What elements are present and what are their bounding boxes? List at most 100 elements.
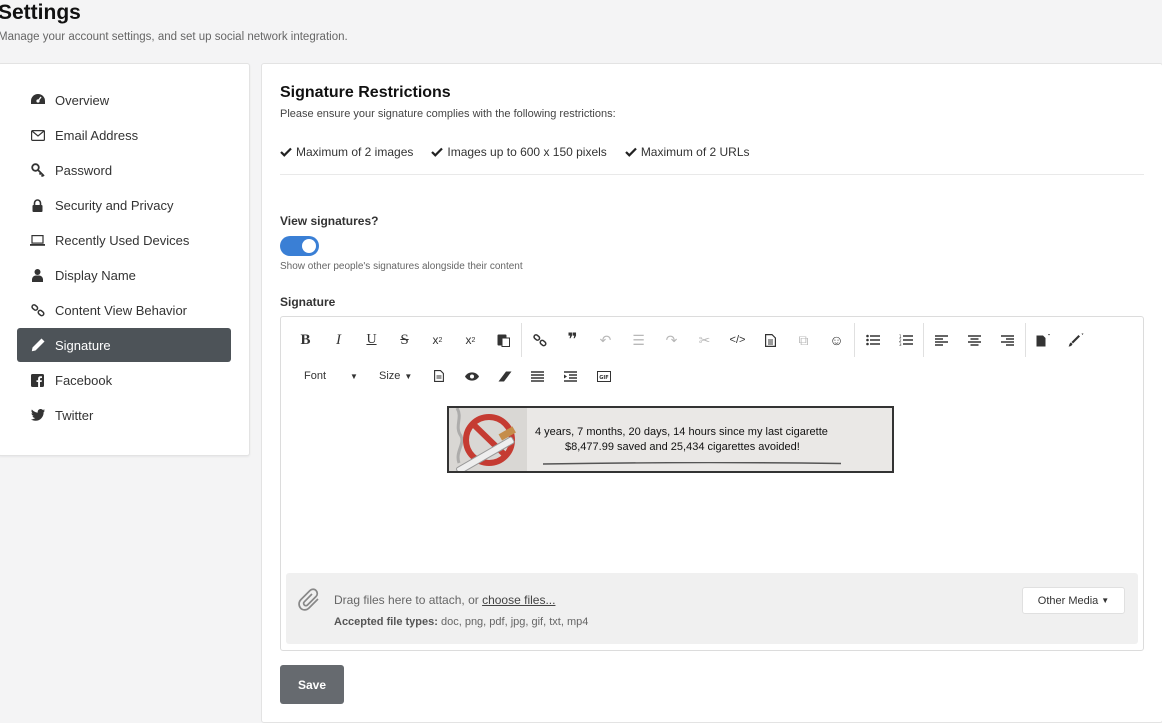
sidebar-item-label: Facebook: [55, 372, 113, 388]
page-subtitle: Manage your account settings, and set up…: [0, 31, 348, 43]
sidebar-item-display-name[interactable]: Display Name: [17, 258, 231, 292]
sidebar-item-facebook[interactable]: Facebook: [17, 363, 231, 397]
sidebar-item-label: Signature: [55, 337, 111, 353]
sidebar-item-content-view[interactable]: Content View Behavior: [17, 293, 231, 327]
user-icon: [30, 268, 45, 283]
other-media-button[interactable]: Other Media ▼: [1022, 587, 1125, 614]
sidebar-item-label: Security and Privacy: [55, 197, 174, 213]
paste-icon[interactable]: [487, 325, 520, 355]
align-right-icon[interactable]: [991, 325, 1024, 355]
check-icon: [625, 147, 637, 157]
sidebar-item-signature[interactable]: Signature: [17, 328, 231, 362]
signature-editor[interactable]: B I U S x2 x2 ❞ ↶ ☰ ↷ ✂ </> ⧉ ☺ 1 2 3 Fo…: [280, 316, 1144, 651]
undo-icon[interactable]: ↶: [589, 325, 622, 355]
page-title: Settings: [0, 1, 81, 24]
preview-eye-icon[interactable]: [455, 365, 488, 387]
editor-toolbar-row-1: B I U S x2 x2 ❞ ↶ ☰ ↷ ✂ </> ⧉ ☺ 1 2 3: [289, 323, 1093, 357]
twitter-icon: [30, 408, 45, 423]
subscript-button[interactable]: x2: [421, 325, 454, 355]
quote-icon[interactable]: ❞: [556, 325, 589, 355]
toggle-knob: [302, 239, 316, 253]
dashboard-icon: [30, 93, 45, 108]
signature-panel: Signature Restrictions Please ensure you…: [261, 63, 1162, 723]
pencil-icon: [30, 338, 45, 353]
envelope-icon: [30, 128, 45, 143]
bold-button[interactable]: B: [289, 325, 322, 355]
font-dropdown-label: Font: [304, 370, 327, 382]
underline-button[interactable]: U: [355, 325, 388, 355]
link-icon: [30, 303, 45, 318]
sidebar-item-label: Recently Used Devices: [55, 232, 190, 248]
copy-icon[interactable]: ⧉: [787, 325, 820, 355]
sidebar-item-label: Twitter: [55, 407, 94, 423]
italic-button[interactable]: I: [322, 325, 355, 355]
accepted-types-label: Accepted file types:: [334, 616, 438, 628]
sidebar-item-password[interactable]: Password: [17, 153, 231, 187]
check-icon: [280, 147, 292, 157]
outdent-icon[interactable]: [554, 365, 587, 387]
source-icon[interactable]: [422, 365, 455, 387]
sidebar-item-devices[interactable]: Recently Used Devices: [17, 223, 231, 257]
redo-icon[interactable]: ↷: [655, 325, 688, 355]
lock-icon: [30, 198, 45, 213]
restrictions-description: Please ensure your signature complies wi…: [280, 108, 616, 120]
align-left-icon[interactable]: [925, 325, 958, 355]
code-icon[interactable]: </>: [721, 325, 754, 355]
strikethrough-button[interactable]: S: [388, 325, 421, 355]
toolbar-separator: [923, 323, 924, 357]
signature-banner-image: 4 years, 7 months, 20 days, 14 hours sin…: [447, 406, 894, 473]
settings-sidebar: Overview Email Address Password Security…: [0, 63, 250, 456]
view-signatures-label: View signatures?: [280, 214, 379, 228]
paintbrush-icon[interactable]: [1060, 325, 1093, 355]
toolbar-separator: [1025, 323, 1026, 357]
bulleted-list-icon[interactable]: [856, 325, 889, 355]
sidebar-item-label: Overview: [55, 92, 110, 108]
numbered-list-icon[interactable]: 123: [889, 325, 922, 355]
template-icon[interactable]: [1027, 325, 1060, 355]
restriction-item: Maximum of 2 URLs: [625, 145, 750, 159]
align-center-icon[interactable]: [958, 325, 991, 355]
editor-toolbar-row-2: Font ▼ Size ▼ GIF: [289, 365, 620, 387]
caret-down-icon: ▼: [1101, 596, 1110, 605]
sidebar-item-security[interactable]: Security and Privacy: [17, 188, 231, 222]
gif-icon[interactable]: GIF: [587, 365, 620, 387]
sidebar-item-overview[interactable]: Overview: [17, 83, 231, 117]
sidebar-item-email[interactable]: Email Address: [17, 118, 231, 152]
attachment-dropzone[interactable]: Drag files here to attach, or choose fil…: [286, 573, 1138, 644]
key-icon: [30, 163, 45, 178]
restriction-label: Images up to 600 x 150 pixels: [447, 145, 607, 159]
view-signatures-help: Show other people's signatures alongside…: [280, 261, 523, 272]
toolbar-separator: [521, 323, 522, 357]
font-dropdown[interactable]: Font ▼: [289, 365, 369, 387]
restriction-label: Maximum of 2 images: [296, 145, 414, 159]
other-media-label: Other Media: [1037, 594, 1099, 607]
signature-line-1: 4 years, 7 months, 20 days, 14 hours sin…: [535, 426, 828, 438]
superscript-button[interactable]: x2: [454, 325, 487, 355]
sidebar-item-label: Content View Behavior: [55, 302, 188, 318]
emoji-icon[interactable]: ☺: [820, 325, 853, 355]
save-button[interactable]: Save: [280, 665, 344, 704]
drag-files-text: Drag files here to attach, or choose fil…: [334, 593, 555, 607]
choose-files-link[interactable]: choose files...: [482, 593, 555, 607]
sidebar-item-label: Password: [55, 162, 113, 178]
justify-icon[interactable]: [521, 365, 554, 387]
signature-label: Signature: [280, 295, 336, 309]
divider: [280, 174, 1144, 175]
cut-icon[interactable]: ✂: [688, 325, 721, 355]
size-dropdown[interactable]: Size ▼: [369, 365, 422, 387]
restrictions-list: Maximum of 2 images Images up to 600 x 1…: [280, 145, 750, 159]
svg-text:3: 3: [899, 342, 902, 346]
document-icon[interactable]: [754, 325, 787, 355]
restriction-label: Maximum of 2 URLs: [640, 145, 750, 159]
sidebar-item-label: Display Name: [55, 267, 136, 283]
drag-files-label: Drag files here to attach, or: [334, 593, 483, 607]
link-icon[interactable]: [523, 325, 556, 355]
accepted-file-types: Accepted file types: doc, png, pdf, jpg,…: [334, 616, 588, 628]
no-smoking-image: [449, 408, 527, 471]
view-signatures-toggle[interactable]: [280, 236, 319, 256]
caret-down-icon: ▼: [404, 371, 413, 381]
eraser-icon[interactable]: [488, 365, 521, 387]
indent-icon[interactable]: ☰: [622, 325, 655, 355]
signature-line-2: $8,477.99 saved and 25,434 cigarettes av…: [565, 441, 800, 453]
sidebar-item-twitter[interactable]: Twitter: [17, 398, 231, 432]
